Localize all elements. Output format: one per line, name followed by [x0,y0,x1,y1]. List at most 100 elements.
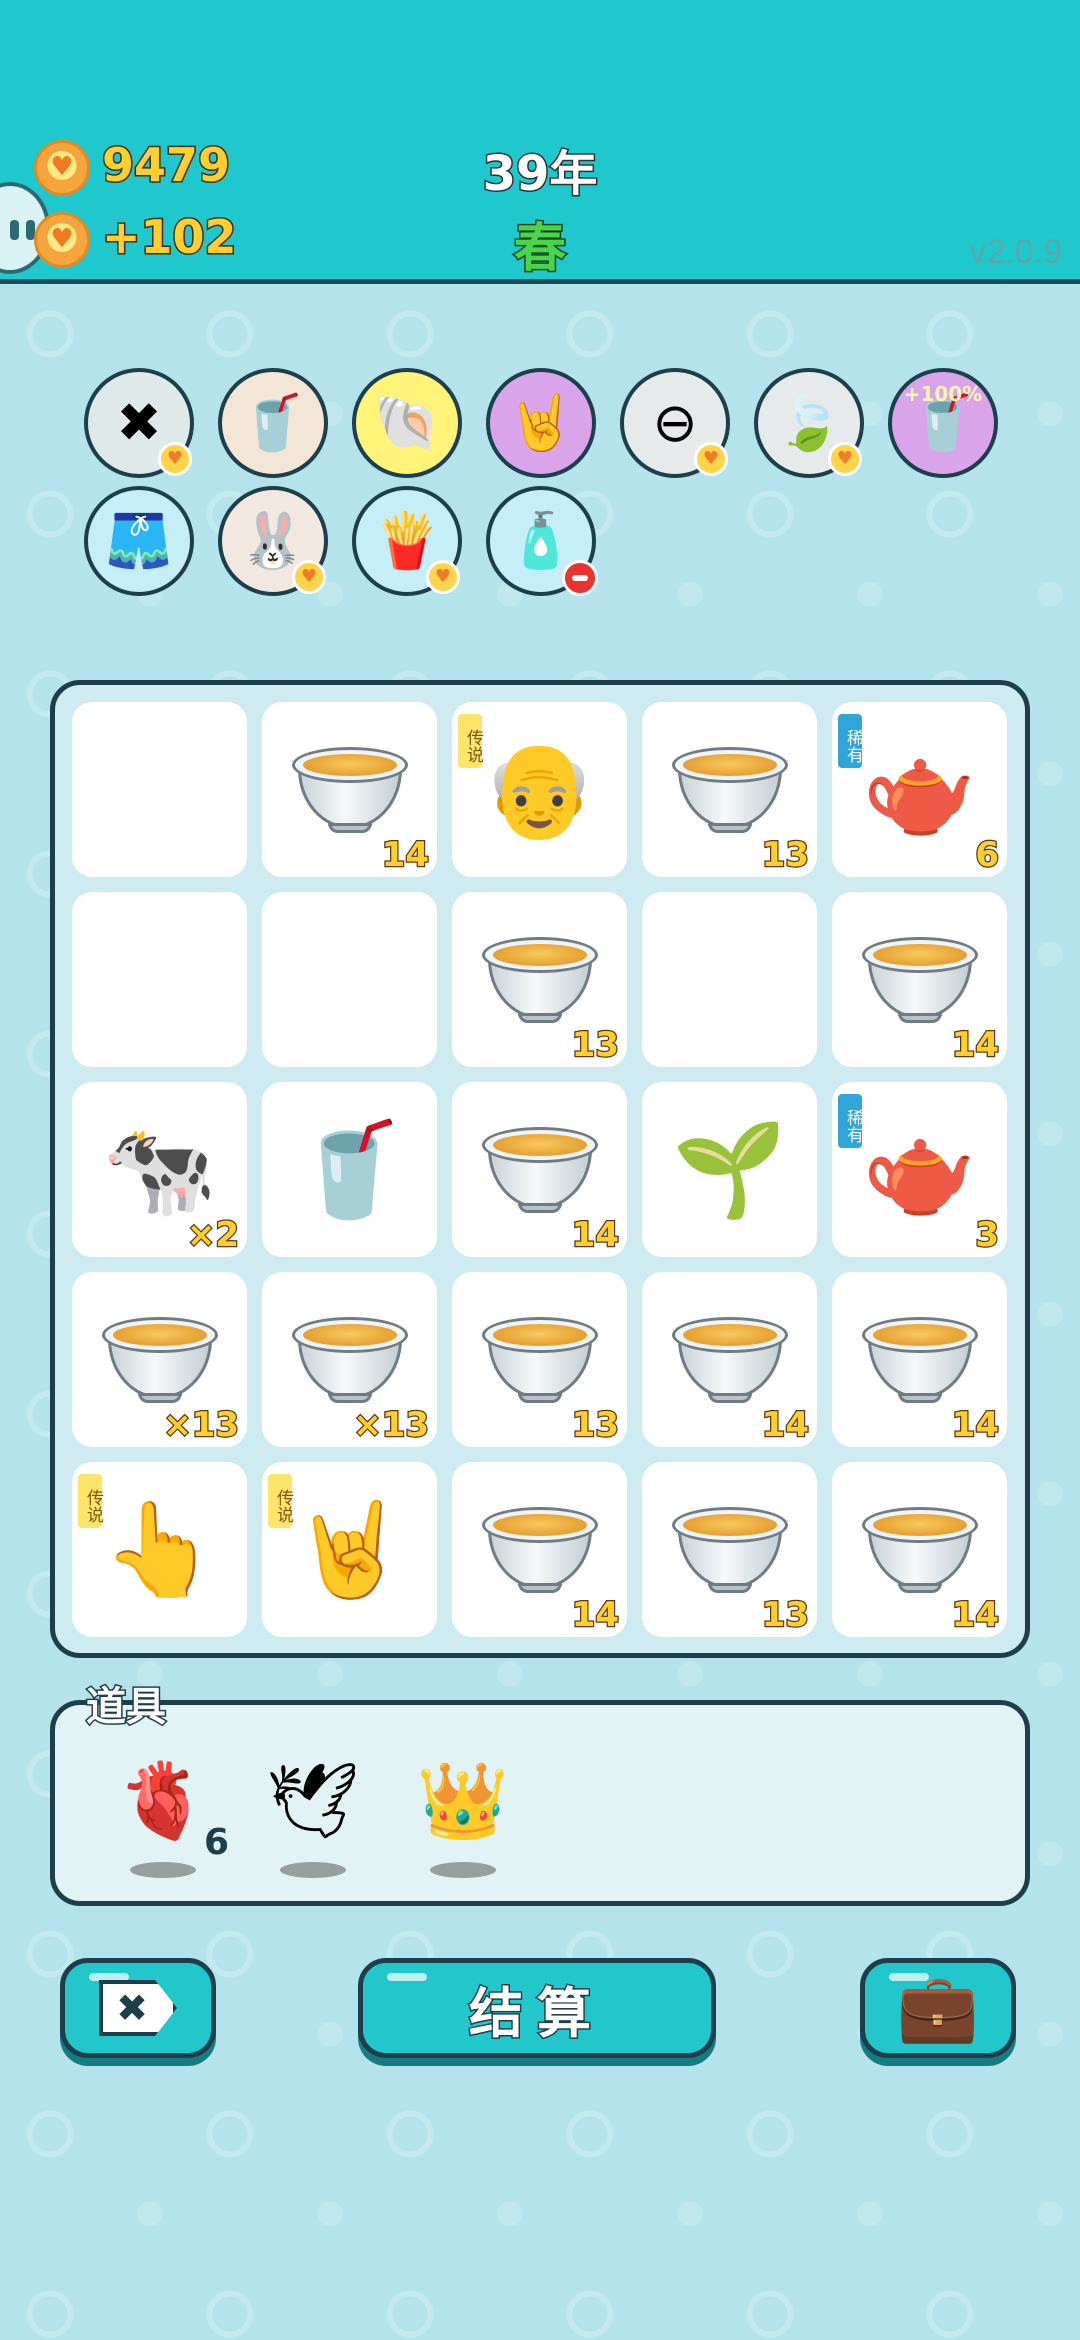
board-cell[interactable]: 13 [452,1272,627,1447]
rabbit-icon: 🐰 [239,509,307,572]
board-cell[interactable]: 13 [452,892,627,1067]
cell-count: 14 [950,1024,1000,1067]
cell-count: ×2 [186,1214,241,1257]
buff-skirt[interactable]: 🩳 [84,486,194,596]
delete-tag-icon: ✖ [116,391,162,454]
coin-badge-icon: ♥ [828,442,862,476]
year-label: 39年 [481,145,599,204]
buff-shell[interactable]: 🐚 [352,368,462,478]
board-cell[interactable]: 🫖 稀有 3 [832,1082,1007,1257]
tea-bowl-icon [481,1316,598,1403]
board-cell[interactable]: 14 [832,892,1007,1067]
item-shadow [130,1862,196,1878]
rare-tag: 稀有 [836,1092,864,1150]
board-cell[interactable]: 🌱 [642,1082,817,1257]
rock-hand-icon: 🤘 [292,1495,407,1603]
board-cell[interactable]: 14 [452,1462,627,1637]
item-count: 6 [204,1822,230,1863]
buff-delete-ticket[interactable]: ✖ ♥ [84,368,194,478]
rock-hand-icon: 🤘 [507,391,575,454]
cell-count: 14 [570,1594,620,1637]
board-cell-empty[interactable] [72,892,247,1067]
fries-icon: 🍟 [373,509,441,572]
top-bar: 9479 +102 39年 春 v2.0.9 [0,0,1080,284]
settle-button-label: 结算 [468,1980,605,2046]
shell-icon: 🐚 [373,391,441,454]
board-cell[interactable]: 14 [262,702,437,877]
buff-rabbit[interactable]: 🐰 ♥ [218,486,328,596]
coin-badge-icon: ♥ [292,560,326,594]
cell-count: 13 [570,1404,620,1447]
board-cell[interactable]: 👆 传说 [72,1462,247,1637]
cell-count: 6 [974,834,1000,877]
cell-count: 13 [760,1594,810,1637]
board-cell[interactable]: 13 [642,702,817,877]
grandpa-face-icon: 👴 [482,735,597,843]
board-cell[interactable]: 14 [832,1272,1007,1447]
board-cell-empty[interactable] [262,892,437,1067]
item-slot[interactable]: 🫀 [108,1758,218,1878]
buff-label: +100% [903,382,983,406]
cell-count: 14 [950,1404,1000,1447]
teapot-icon: 🫖 [862,735,977,843]
board-cell[interactable]: 🥤 [262,1082,437,1257]
cell-count: 14 [950,1594,1000,1637]
tea-bowl-icon [671,746,788,833]
board-cell[interactable]: ×13 [72,1272,247,1447]
leaf-icon: 🍃 [775,391,843,454]
income-per-round: +102 [101,209,239,266]
crown-icon: 👑 [416,1758,510,1844]
coin-icon [34,140,90,196]
board-cell[interactable]: 13 [642,1462,817,1637]
cell-count: 13 [760,834,810,877]
backpack-button[interactable]: 💼 [860,1958,1016,2058]
board-cell[interactable]: 14 [832,1462,1007,1637]
rare-tag: 稀有 [836,712,864,770]
item-slot[interactable]: 🕊 [258,1758,368,1878]
season-label: 春 [512,218,567,281]
cell-count: 14 [760,1404,810,1447]
minus-badge-icon [562,560,598,596]
item-slot[interactable]: 👑 [408,1758,518,1878]
board-cell[interactable]: 🤘 传说 [262,1462,437,1637]
delete-button[interactable]: ✖ [60,1958,216,2058]
coin-badge-icon: ♥ [694,442,728,476]
cell-count: 14 [570,1214,620,1257]
board-cell[interactable]: ×13 [262,1272,437,1447]
white-bird-icon: 🕊 [266,1758,360,1844]
cell-count: ×13 [162,1404,240,1447]
tea-bowl-icon [481,936,598,1023]
coin-badge-icon: ♥ [426,560,460,594]
buff-fries[interactable]: 🍟 ♥ [352,486,462,596]
skirt-icon: 🩳 [105,509,173,572]
briefcase-icon: 💼 [896,1969,980,2046]
buff-milk-tea-lid[interactable]: 🥤 [218,368,328,478]
buff-tea-bag[interactable]: 🧴 [486,486,598,596]
board-cell[interactable]: 14 [642,1272,817,1447]
cell-count: 3 [974,1214,1000,1257]
cell-count: 13 [570,1024,620,1067]
settle-button[interactable]: 结算 [358,1958,716,2058]
cell-count: 14 [380,834,430,877]
legendary-tag: 传说 [76,1472,104,1530]
buff-minus[interactable]: ⊖ ♥ [620,368,730,478]
board-cell[interactable]: 👴 传说 [452,702,627,877]
item-shadow [280,1862,346,1878]
board-cell[interactable]: 🐄 ×2 [72,1082,247,1257]
board-cell-empty[interactable] [72,702,247,877]
teapot-icon: 🫖 [862,1115,977,1223]
tea-bowl-icon [861,936,978,1023]
buff-rock-hand[interactable]: 🤘 [486,368,596,478]
delete-tag-icon: ✖ [99,1980,177,2036]
board-cell[interactable]: 🫖 稀有 6 [832,702,1007,877]
board-cell-empty[interactable] [642,892,817,1067]
minus-circle-icon: ⊖ [652,391,698,454]
legendary-tag: 传说 [266,1472,294,1530]
buff-leaf[interactable]: 🍃 ♥ [754,368,864,478]
board-cell[interactable]: 14 [452,1082,627,1257]
items-title: 道具 [85,1683,168,1732]
buff-double-tea[interactable]: 🥤 +100% [888,368,998,478]
legendary-tag: 传说 [456,712,484,770]
bubble-tea-cup-icon: 🥤 [292,1115,407,1223]
tea-bowl-icon [671,1506,788,1593]
